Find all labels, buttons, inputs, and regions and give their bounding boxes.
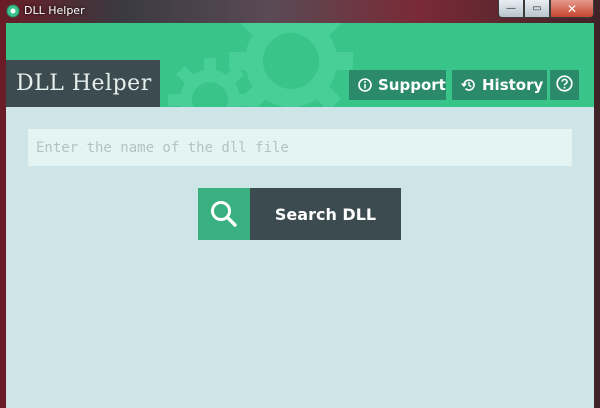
search-icon [211,201,237,227]
close-button[interactable]: ✕ [550,0,594,18]
history-label: History [482,76,544,94]
info-circle-icon [358,78,372,92]
maximize-button[interactable]: ▭ [524,0,550,18]
window-frame: DLL Helper — ▭ ✕ DLL Helper Support Hist… [0,0,600,408]
help-button[interactable] [550,70,579,100]
search-dll-button[interactable]: Search DLL [198,188,401,240]
support-label: Support [378,76,446,94]
minimize-button[interactable]: — [498,0,524,18]
support-button[interactable]: Support [349,70,446,100]
dll-search-input[interactable] [28,129,572,166]
search-icon-box [198,188,250,240]
history-icon [461,78,476,92]
app-header: DLL Helper Support History [6,23,594,107]
app-icon [6,4,20,18]
question-circle-icon [556,74,573,96]
title-bar[interactable]: DLL Helper — ▭ ✕ [0,0,600,22]
search-dll-label: Search DLL [250,188,401,240]
history-button[interactable]: History [452,70,547,100]
app-title: DLL Helper [6,60,160,107]
window-controls: — ▭ ✕ [498,0,594,18]
window-title: DLL Helper [24,4,85,17]
app-client-area: DLL Helper Support History Enter the nam… [6,23,594,408]
